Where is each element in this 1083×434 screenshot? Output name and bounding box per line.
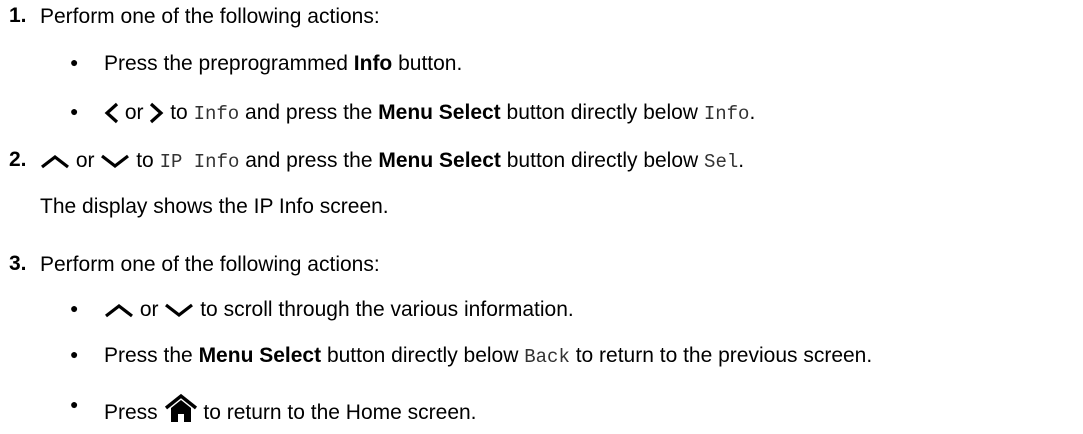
step-3-bullet-2: Press the Menu Select button directly be… [104, 344, 873, 368]
chevron-right-icon [149, 102, 164, 124]
step-1-number: 1. [9, 4, 27, 27]
chevron-down-icon [100, 153, 130, 169]
step-1-bullet-2: or to Info and press the Menu Select but… [104, 100, 755, 126]
chevron-down-icon [164, 302, 194, 318]
bullet-3b-marker: ● [70, 346, 79, 362]
step-2-text: or to IP Info and press the Menu Select … [40, 148, 744, 174]
step-3-number: 3. [9, 252, 27, 275]
bullet-3a-marker: ● [70, 300, 79, 316]
step-1-text: Perform one of the following actions: [40, 5, 380, 28]
chevron-left-icon [104, 102, 119, 124]
step-3-bullet-1: or to scroll through the various informa… [104, 297, 574, 323]
chevron-up-icon [40, 153, 70, 169]
step-2-number: 2. [9, 148, 27, 171]
step-2-note: The display shows the IP Info screen. [40, 195, 389, 218]
bullet-3c-marker: ● [70, 396, 79, 412]
bullet-1a-marker: ● [70, 54, 79, 70]
home-icon [164, 393, 198, 423]
step-1-bullet-1: Press the preprogrammed Info button. [104, 52, 463, 75]
bullet-1b-marker: ● [70, 103, 79, 119]
chevron-up-icon [104, 302, 134, 318]
step-3-bullet-3: Press to return to the Home screen. [104, 393, 477, 424]
step-3-text: Perform one of the following actions: [40, 253, 380, 276]
